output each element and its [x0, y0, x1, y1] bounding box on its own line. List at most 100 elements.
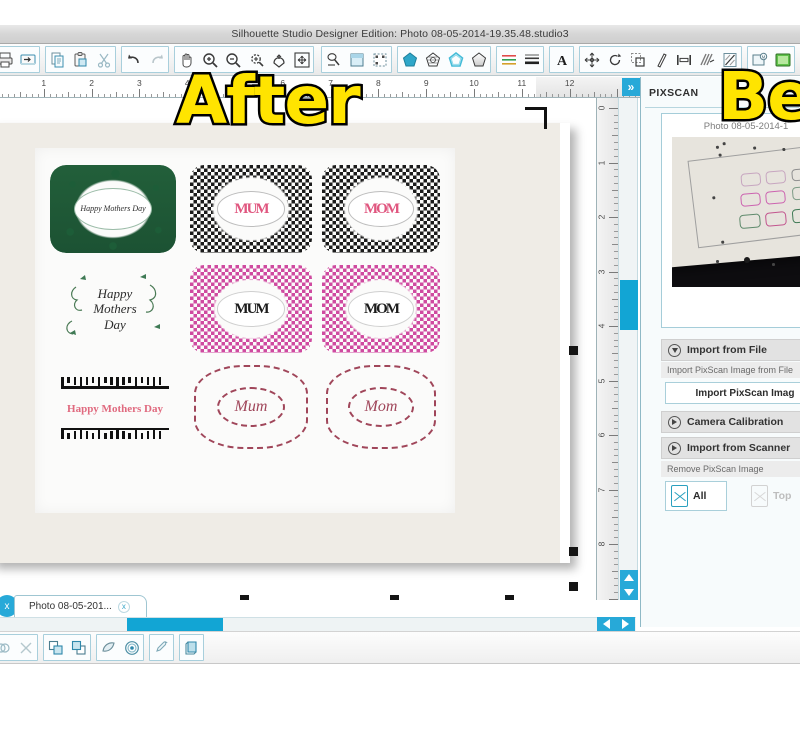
offset-icon[interactable] — [120, 635, 143, 660]
title-bar: Silhouette Studio Designer Edition: Phot… — [0, 25, 800, 44]
section-import-from-scanner[interactable]: Import from Scanner — [661, 437, 800, 459]
oval-label: MOM — [347, 191, 415, 227]
scroll-right-icon[interactable] — [622, 619, 629, 629]
line-thickness-icon[interactable] — [520, 47, 543, 72]
align-icon[interactable] — [672, 47, 695, 72]
chevron-right-icon[interactable] — [668, 441, 681, 455]
paste-icon[interactable] — [69, 47, 92, 72]
section-import-from-file[interactable]: Import from File — [661, 339, 800, 361]
vertical-ruler[interactable]: 012345678 — [596, 98, 618, 600]
document-tab-bar: x Photo 08-05-201... x — [0, 595, 640, 617]
design-item-comb-banner[interactable]: Happy Mothers Day — [54, 365, 176, 453]
cut-scissors-icon[interactable] — [92, 47, 115, 72]
photo-design-item — [791, 167, 800, 182]
section-camera-calibration[interactable]: Camera Calibration — [661, 411, 800, 433]
design-item-text: MUM — [234, 200, 269, 217]
scroll-up-button[interactable] — [620, 570, 638, 585]
toolbar-group-clipboard — [45, 46, 116, 73]
remove-all-button[interactable]: All — [665, 481, 727, 511]
line-style-icon[interactable] — [497, 47, 520, 72]
undo-icon[interactable] — [122, 47, 145, 72]
replicate-icon[interactable] — [695, 47, 718, 72]
vertical-ruler-ticks: 012345678 — [597, 98, 618, 600]
design-item-houndstooth-mom-black[interactable]: MOM — [322, 165, 440, 253]
registration-marks-icon[interactable] — [368, 47, 391, 72]
import-pixscan-image-button[interactable]: Import PixScan Imag — [665, 382, 800, 404]
move-icon[interactable] — [580, 47, 603, 72]
toolbar-group-library — [397, 46, 491, 73]
design-item-dashed-mum[interactable]: Mum — [190, 361, 312, 453]
bottom-group-effects — [96, 634, 144, 661]
shear-icon[interactable] — [649, 47, 672, 72]
remove-all-icon — [671, 485, 688, 507]
shape-gradient-icon[interactable] — [467, 47, 490, 72]
redo-icon[interactable] — [145, 47, 168, 72]
photo-registration-dot-large — [744, 257, 750, 263]
window-title: Silhouette Studio Designer Edition: Phot… — [231, 28, 569, 40]
remove-top-icon — [751, 485, 768, 507]
document-tab[interactable]: Photo 08-05-201... x — [14, 595, 147, 617]
photo-registration-dot — [722, 142, 726, 145]
eyedropper-icon[interactable] — [150, 635, 173, 660]
design-item-text: MUM — [234, 300, 269, 317]
design-item-green-floral-oval[interactable]: Happy Mothers Day — [50, 165, 176, 253]
shape-outline-icon[interactable] — [444, 47, 467, 72]
design-item-text: Mum — [234, 398, 268, 415]
rotate-icon[interactable] — [603, 47, 626, 72]
pixscan-photo-background[interactable]: Happy Mothers Day MUM MOM Happy Mothers … — [0, 123, 560, 563]
photo-registration-dot — [716, 260, 719, 263]
design-item-houndstooth-mum-black[interactable]: MUM — [190, 165, 312, 253]
chevron-right-icon[interactable] — [668, 415, 681, 429]
vertical-scrollbar-thumb[interactable] — [620, 280, 638, 330]
design-item-butterfly-text[interactable]: Happy Mothers Day Happy Mothers Day — [54, 265, 176, 353]
knife-icon[interactable] — [97, 635, 120, 660]
toolbar-group-text: A — [549, 46, 574, 73]
shadow-icon[interactable] — [180, 635, 203, 660]
design-items-grid: Happy Mothers Day MUM MOM Happy Mothers … — [50, 165, 440, 460]
section-label: Import from File — [687, 344, 767, 356]
horizontal-scrollbar-thumb[interactable] — [127, 618, 223, 632]
weld-icon[interactable] — [0, 635, 14, 660]
chevron-down-icon[interactable] — [668, 343, 681, 357]
comb-bar-top — [61, 377, 169, 389]
scale-icon[interactable] — [626, 47, 649, 72]
application-window: Silhouette Studio Designer Edition: Phot… — [0, 0, 800, 730]
pixscan-thumbnail-box[interactable]: Photo 08-05-2014-1 — [661, 113, 800, 328]
bring-forward-icon[interactable] — [44, 635, 67, 660]
text-style-icon[interactable]: A — [550, 47, 573, 72]
copy-icon[interactable] — [46, 47, 69, 72]
remove-top-button[interactable]: Top — [745, 481, 800, 511]
design-item-houndstooth-mom-pink[interactable]: MOM — [322, 265, 440, 353]
photo-registration-dot — [772, 263, 775, 266]
design-item-houndstooth-mum-pink[interactable]: MUM — [190, 265, 312, 353]
photo-design-item — [791, 207, 800, 224]
photo-registration-dot — [721, 240, 724, 244]
vertical-scrollbar[interactable] — [618, 98, 638, 600]
expand-panel-chevron-icon[interactable]: » — [622, 78, 640, 96]
bottom-group-modify — [0, 634, 38, 661]
photo-design-item — [764, 211, 787, 227]
bottom-toolbar — [0, 631, 800, 664]
scroll-left-icon[interactable] — [603, 619, 610, 629]
shape-pattern-icon[interactable] — [421, 47, 444, 72]
oval-label: MUM — [216, 291, 286, 327]
photo-design-item — [764, 190, 787, 205]
close-tab-icon[interactable]: x — [117, 600, 130, 613]
design-item-dashed-mom[interactable]: Mom — [322, 361, 440, 453]
photo-registration-dot — [715, 145, 719, 149]
design-canvas[interactable]: Happy Mothers Day MUM MOM Happy Mothers … — [0, 98, 596, 600]
photo-design-item — [765, 169, 787, 185]
pixscan-thumbnail-image[interactable] — [672, 137, 800, 287]
photo-design-item — [738, 213, 762, 230]
send-backward-icon[interactable] — [67, 635, 90, 660]
bottom-group-color — [149, 634, 174, 661]
document-tab-label: Photo 08-05-201... — [29, 601, 112, 612]
printer-icon[interactable] — [0, 47, 16, 72]
shape-fill-icon[interactable] — [398, 47, 421, 72]
horizontal-scrollbar[interactable] — [0, 617, 636, 632]
horizontal-scroll-arrows[interactable] — [597, 617, 635, 631]
send-to-silhouette-icon[interactable] — [16, 47, 39, 72]
detach-icon[interactable] — [14, 635, 37, 660]
registration-mark-square — [569, 346, 578, 355]
remove-all-label: All — [693, 490, 707, 502]
